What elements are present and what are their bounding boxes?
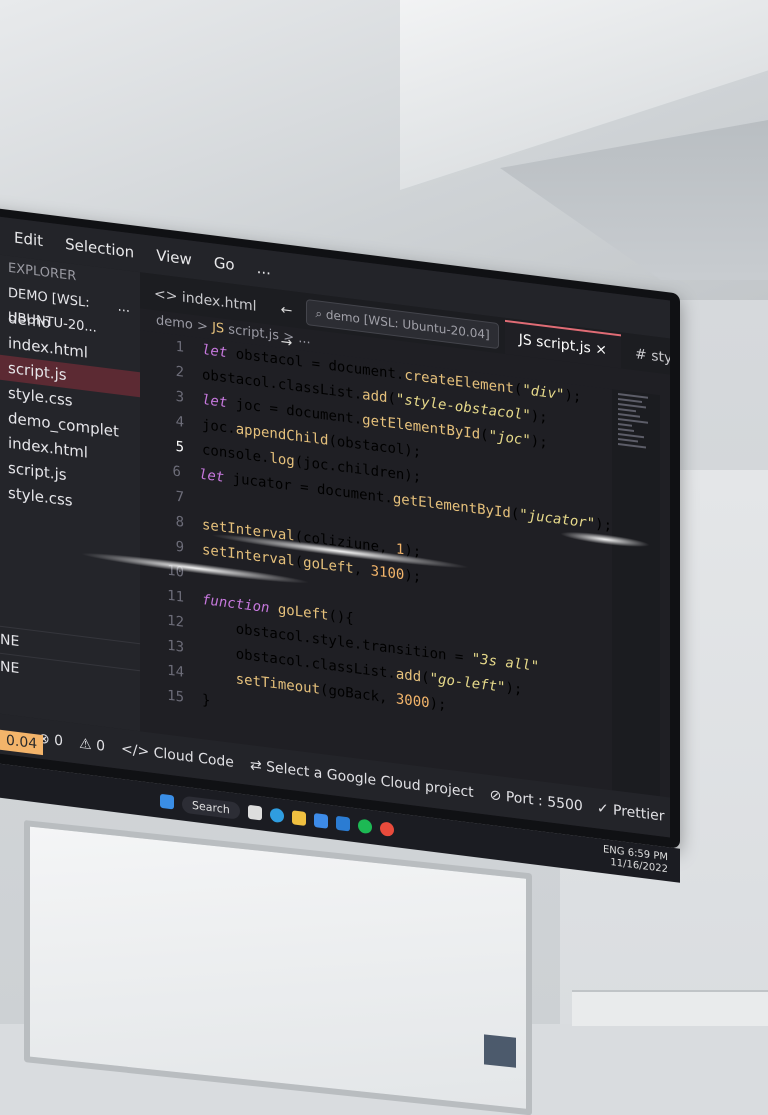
menu-go[interactable]: Go bbox=[214, 253, 235, 274]
taskbar-search[interactable]: Search bbox=[182, 795, 240, 820]
taskview-icon[interactable] bbox=[247, 804, 262, 821]
code-text: } bbox=[202, 692, 211, 710]
close-icon[interactable]: × bbox=[595, 341, 607, 358]
status-right: ⊘ Port : 5500 ✓ Prettier 🔔︎ bbox=[490, 787, 670, 831]
tab-label: index.html bbox=[181, 289, 257, 315]
js-icon: JS bbox=[212, 320, 225, 337]
menu-edit[interactable]: Edit bbox=[14, 229, 43, 251]
wall-fixture bbox=[572, 990, 768, 1026]
tab-label: script.js bbox=[536, 333, 591, 357]
file-explorer-icon[interactable] bbox=[291, 810, 306, 826]
windows-start-icon[interactable] bbox=[160, 793, 174, 810]
warnings-count[interactable]: ⚠ 0 bbox=[79, 736, 105, 755]
nav-arrows[interactable]: ← → bbox=[271, 293, 303, 351]
tab-label: style.css bbox=[651, 348, 670, 372]
breadcrumb-sep: > bbox=[283, 329, 295, 346]
menu-view[interactable]: View bbox=[156, 246, 192, 268]
port-button[interactable]: ⊘ Port : 5500 bbox=[490, 787, 583, 815]
minimap[interactable] bbox=[612, 389, 660, 797]
vscode-icon[interactable] bbox=[335, 815, 350, 832]
breadcrumb-more[interactable]: ... bbox=[298, 331, 310, 348]
chrome-icon[interactable] bbox=[379, 821, 394, 837]
edge-icon[interactable] bbox=[269, 807, 284, 824]
prettier-button[interactable]: ✓ Prettier bbox=[597, 800, 665, 824]
breadcrumb-file[interactable]: script.js bbox=[228, 322, 279, 343]
sidebar-panels: NE NE bbox=[0, 623, 140, 698]
tv-monitor: Edit Selection View Go ... EXPLORER DEMO… bbox=[0, 205, 680, 883]
explorer-sidebar: EXPLORER DEMO [WSL: UBUNTU-20... ... dem… bbox=[0, 252, 140, 732]
whiteboard-sticker bbox=[484, 1034, 516, 1068]
menu-selection[interactable]: Selection bbox=[65, 235, 134, 262]
breadcrumb-folder[interactable]: demo bbox=[156, 313, 193, 333]
workspace-more-button[interactable]: ... bbox=[118, 295, 130, 321]
todo-icon[interactable] bbox=[313, 812, 328, 829]
cloud-code-button[interactable]: </> Cloud Code bbox=[121, 741, 234, 771]
language-indicator[interactable]: ENG bbox=[603, 844, 625, 858]
breadcrumb-sep: > bbox=[197, 318, 208, 335]
spotify-icon[interactable] bbox=[357, 818, 372, 835]
vscode-window: Edit Selection View Go ... EXPLORER DEMO… bbox=[0, 214, 670, 838]
menu-more[interactable]: ... bbox=[257, 259, 271, 279]
system-tray[interactable]: ENG 6:59 PM 11/16/2022 bbox=[603, 844, 680, 878]
